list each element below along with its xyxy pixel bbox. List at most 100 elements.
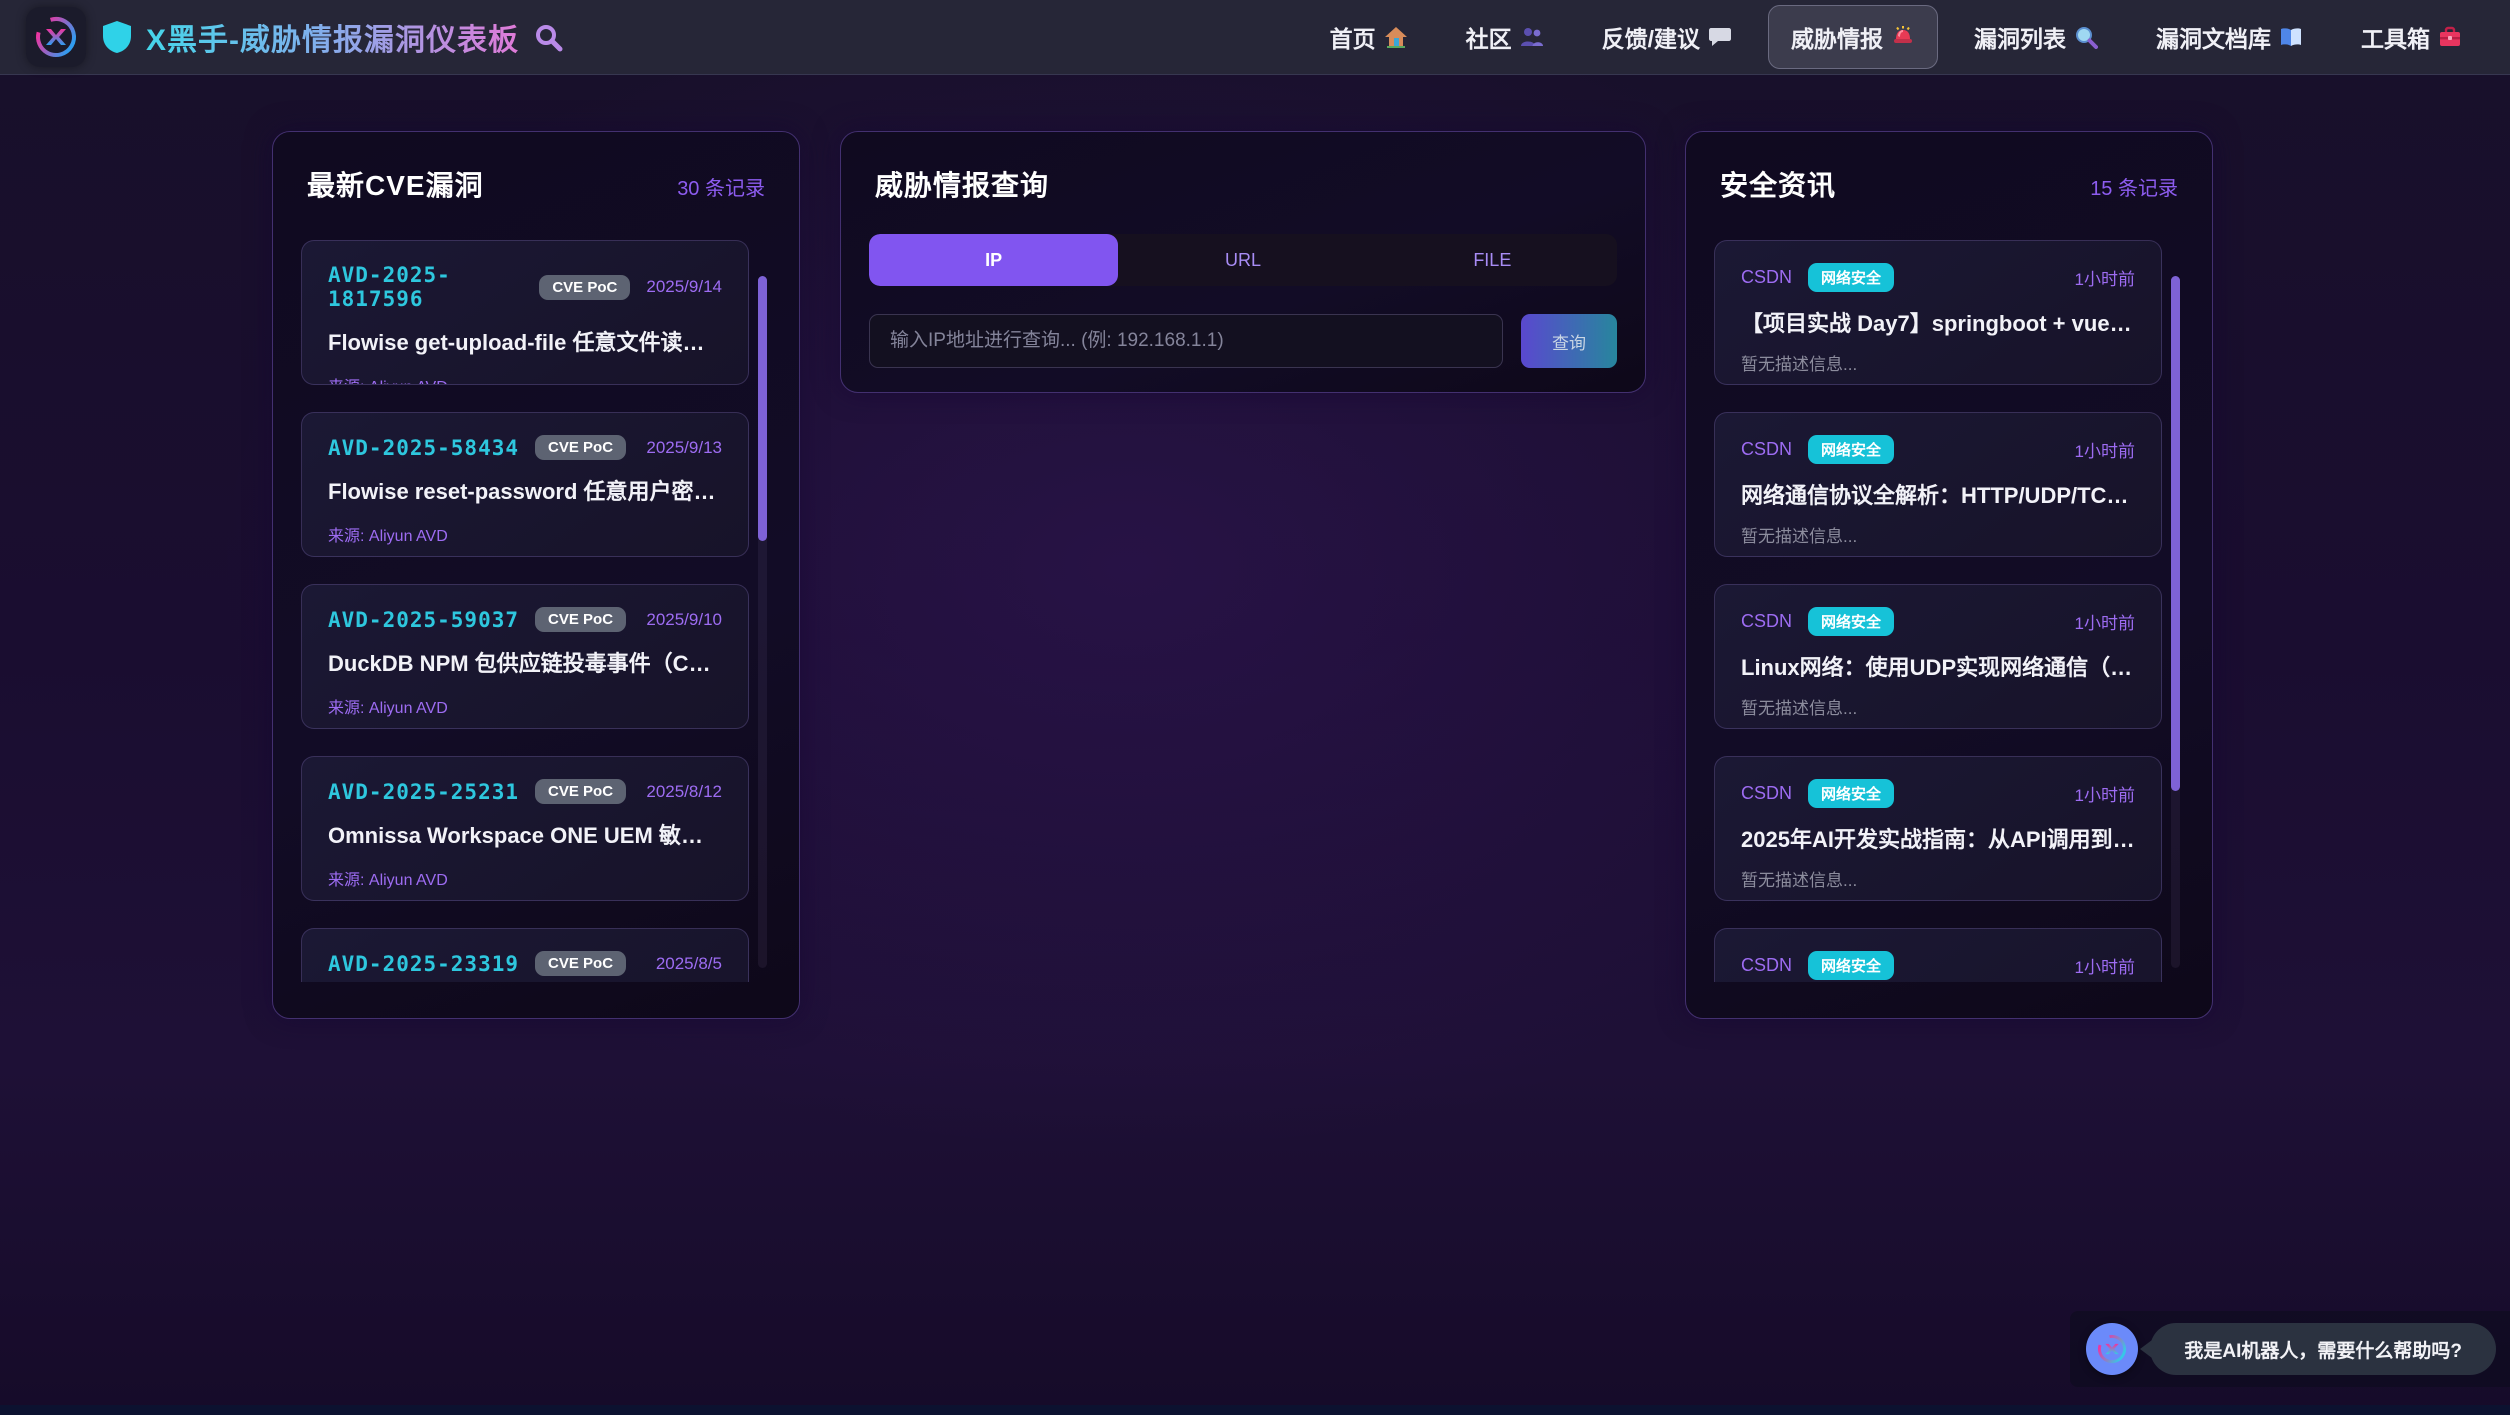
app-logo[interactable] — [26, 7, 86, 67]
home-icon — [1384, 25, 1408, 49]
news-source: CSDN — [1741, 783, 1792, 804]
ai-robot-avatar[interactable] — [2086, 1323, 2138, 1375]
security-news-panel: 安全资讯 15 条记录 CSDN 网络安全 1小时前 【项目实战 Day7】sp… — [1685, 131, 2213, 1019]
cve-card-list: AVD-2025-1817596 CVE PoC 2025/9/14 Flowi… — [301, 240, 771, 982]
news-card[interactable]: CSDN 网络安全 1小时前 Linux网络：使用UDP实现网络通信（服务端..… — [1714, 584, 2162, 729]
nav-item-threat-intel[interactable]: 威胁情报 — [1768, 5, 1938, 69]
news-desc: 暂无描述信息... — [1741, 522, 2135, 547]
threat-intel-query-panel: 威胁情报查询 IP URL FILE 查询 — [840, 131, 1646, 393]
cve-id: AVD-2025-58434 — [328, 436, 519, 460]
news-category-badge: 网络安全 — [1808, 263, 1894, 292]
cve-panel-header: 最新CVE漏洞 30 条记录 — [301, 164, 771, 204]
cve-poc-badge: CVE PoC — [535, 435, 626, 460]
news-card-list: CSDN 网络安全 1小时前 【项目实战 Day7】springboot + v… — [1714, 240, 2184, 982]
nav-item-toolbox[interactable]: 工具箱 — [2339, 6, 2484, 68]
news-category-badge: 网络安全 — [1808, 951, 1894, 980]
news-category-badge: 网络安全 — [1808, 607, 1894, 636]
nav-item-label: 威胁情报 — [1791, 20, 1883, 54]
ai-chat-bubble[interactable]: 我是AI机器人，需要什么帮助吗? — [2150, 1323, 2496, 1375]
ip-query-input[interactable] — [869, 314, 1503, 368]
nav-item-community[interactable]: 社区 — [1444, 6, 1566, 68]
news-desc: 暂无描述信息... — [1741, 350, 2135, 375]
query-row: 查询 — [869, 314, 1617, 368]
cve-date: 2025/8/5 — [656, 954, 722, 974]
news-desc: 暂无描述信息... — [1741, 694, 2135, 719]
cve-date: 2025/9/14 — [646, 277, 722, 297]
top-navbar: X黑手-威胁情报漏洞仪表板 首页 社区 反馈/建议 威胁情报 — [0, 0, 2510, 75]
news-card[interactable]: CSDN 网络安全 1小时前 【征文计划】深度剖析 Rokid SLAM 算法：… — [1714, 928, 2162, 982]
news-title: Linux网络：使用UDP实现网络通信（服务端... — [1741, 650, 2135, 682]
query-button[interactable]: 查询 — [1521, 314, 1617, 368]
cve-date: 2025/9/13 — [646, 438, 722, 458]
cve-source: 来源: Aliyun AVD — [328, 866, 722, 890]
news-source: CSDN — [1741, 439, 1792, 460]
nav-item-doc-library[interactable]: 漏洞文档库 — [2134, 6, 2325, 68]
nav-item-label: 社区 — [1466, 20, 1512, 54]
news-scrollbar-thumb[interactable] — [2171, 276, 2180, 791]
nav-item-feedback[interactable]: 反馈/建议 — [1580, 6, 1754, 68]
nav-item-home[interactable]: 首页 — [1308, 6, 1430, 68]
cve-scrollbar[interactable] — [758, 276, 767, 968]
nav-menu: 首页 社区 反馈/建议 威胁情报 漏洞列表 — [1308, 5, 2484, 69]
nav-item-label: 漏洞文档库 — [2156, 20, 2271, 54]
cve-card[interactable]: AVD-2025-59037 CVE PoC 2025/9/10 DuckDB … — [301, 584, 749, 729]
nav-item-label: 反馈/建议 — [1602, 20, 1700, 54]
ai-chat-message: 我是AI机器人，需要什么帮助吗? — [2184, 1336, 2462, 1363]
nav-item-label: 漏洞列表 — [1974, 20, 2066, 54]
news-time: 1小时前 — [2075, 781, 2135, 806]
cve-title: Omnissa Workspace ONE UEM 敏感信息泄漏... — [328, 818, 722, 850]
intel-panel-title: 威胁情报查询 — [875, 164, 1049, 204]
news-source: CSDN — [1741, 267, 1792, 288]
brand: X黑手-威胁情报漏洞仪表板 — [102, 15, 563, 59]
cve-card[interactable]: AVD-2025-23319 CVE PoC 2025/8/5 Triton I… — [301, 928, 749, 982]
news-time: 1小时前 — [2075, 953, 2135, 978]
cve-date: 2025/8/12 — [646, 782, 722, 802]
alert-icon — [1891, 25, 1915, 49]
cve-card[interactable]: AVD-2025-58434 CVE PoC 2025/9/13 Flowise… — [301, 412, 749, 557]
tab-url[interactable]: URL — [1118, 234, 1367, 286]
cve-poc-badge: CVE PoC — [539, 275, 630, 300]
feedback-icon — [1708, 26, 1732, 48]
bottom-edge-strip — [0, 1405, 2510, 1415]
news-record-count: 15 条记录 — [2090, 172, 2178, 201]
cve-record-count: 30 条记录 — [677, 172, 765, 201]
cve-panel-title: 最新CVE漏洞 — [307, 164, 484, 204]
toolbox-icon — [2438, 26, 2462, 48]
cve-source: 来源: Aliyun AVD — [328, 522, 722, 546]
news-card[interactable]: CSDN 网络安全 1小时前 网络通信协议全解析：HTTP/UDP/TCP核心要… — [1714, 412, 2162, 557]
query-type-tabbar: IP URL FILE — [869, 234, 1617, 286]
cve-source: 来源: Aliyun AVD — [328, 694, 722, 718]
cve-card[interactable]: AVD-2025-1817596 CVE PoC 2025/9/14 Flowi… — [301, 240, 749, 385]
robot-logo-icon — [2095, 1332, 2129, 1366]
tab-file[interactable]: FILE — [1368, 234, 1617, 286]
search-icon — [2074, 25, 2098, 49]
docs-icon — [2279, 26, 2303, 48]
news-scrollbar[interactable] — [2171, 276, 2180, 968]
cve-id: AVD-2025-25231 — [328, 780, 519, 804]
cve-card[interactable]: AVD-2025-25231 CVE PoC 2025/8/12 Omnissa… — [301, 756, 749, 901]
news-card[interactable]: CSDN 网络安全 1小时前 【项目实战 Day7】springboot + v… — [1714, 240, 2162, 385]
news-source: CSDN — [1741, 611, 1792, 632]
news-title: 2025年AI开发实战指南：从API调用到工程落... — [1741, 822, 2135, 854]
nav-item-label: 工具箱 — [2361, 20, 2430, 54]
news-source: CSDN — [1741, 955, 1792, 976]
news-category-badge: 网络安全 — [1808, 779, 1894, 808]
tab-ip[interactable]: IP — [869, 234, 1118, 286]
cve-title: Flowise get-upload-file 任意文件读取漏洞 — [328, 325, 722, 357]
cve-poc-badge: CVE PoC — [535, 951, 626, 976]
news-time: 1小时前 — [2075, 609, 2135, 634]
cve-title: DuckDB NPM 包供应链投毒事件（CVE-2025-... — [328, 646, 722, 678]
cve-date: 2025/9/10 — [646, 610, 722, 630]
cve-title: Flowise reset-password 任意用户密码重置漏... — [328, 474, 722, 506]
cve-scrollbar-thumb[interactable] — [758, 276, 767, 541]
news-panel-header: 安全资讯 15 条记录 — [1714, 164, 2184, 204]
cve-id: AVD-2025-1817596 — [328, 263, 523, 311]
cve-id: AVD-2025-59037 — [328, 608, 519, 632]
cve-poc-badge: CVE PoC — [535, 779, 626, 804]
cve-poc-badge: CVE PoC — [535, 607, 626, 632]
news-card[interactable]: CSDN 网络安全 1小时前 2025年AI开发实战指南：从API调用到工程落.… — [1714, 756, 2162, 901]
x-mask-logo-icon — [33, 14, 79, 60]
nav-item-vuln-list[interactable]: 漏洞列表 — [1952, 6, 2120, 68]
news-title: 【项目实战 Day7】springboot + vue 苍穹外... — [1741, 306, 2135, 338]
news-time: 1小时前 — [2075, 437, 2135, 462]
